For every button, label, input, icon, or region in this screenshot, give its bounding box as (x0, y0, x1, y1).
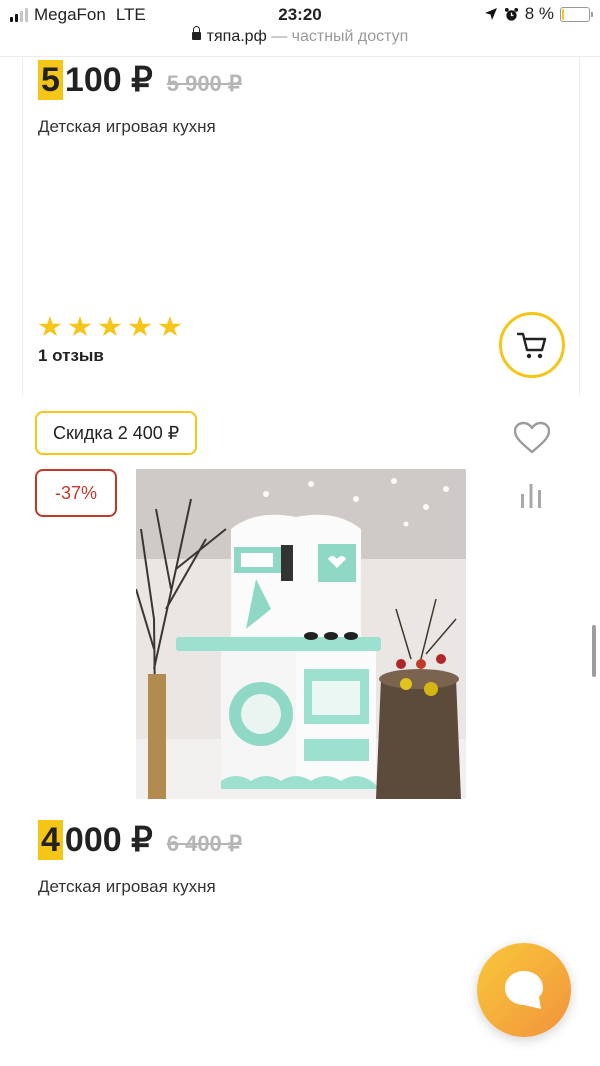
product-card[interactable] (22, 56, 580, 396)
star-icon (38, 316, 62, 337)
old-price: 6 400 ₽ (166, 831, 242, 856)
location-arrow-icon (484, 8, 497, 20)
url-domain: тяпа.рф (206, 28, 267, 45)
price-highlight-digit: 4 (38, 820, 63, 860)
compare-icon[interactable] (519, 482, 543, 510)
star-icon (158, 316, 182, 337)
star-icon (68, 316, 92, 337)
product-title[interactable]: Детская игровая кухня (38, 877, 216, 897)
favorite-heart-icon[interactable] (512, 420, 552, 456)
price-amount: 100 ₽ (64, 61, 153, 99)
product-title[interactable]: Детская игровая кухня (38, 117, 216, 137)
reviews-link[interactable]: 1 отзыв (38, 346, 104, 366)
alarm-icon (504, 7, 518, 21)
status-bar: MegaFon LTE 23:20 8 % (0, 0, 600, 30)
cart-icon (516, 332, 547, 359)
scrollbar[interactable] (592, 625, 596, 677)
url-private-suffix: — частный доступ (271, 28, 409, 45)
price: 5 100 ₽ 5 900 ₽ (38, 60, 242, 100)
chat-bubble-icon (505, 971, 543, 1009)
product-image[interactable] (136, 469, 466, 799)
rating-stars (38, 316, 182, 338)
price: 4 000 ₽ 6 400 ₽ (38, 820, 242, 860)
status-right: 8 % (484, 4, 593, 24)
price-highlight-digit: 5 (38, 60, 63, 100)
price-amount: 000 ₽ (64, 821, 153, 859)
battery-icon (560, 6, 593, 22)
chat-button[interactable] (477, 943, 571, 1037)
discount-percent-badge: -37% (35, 469, 117, 517)
lock-icon (191, 25, 201, 40)
star-icon (98, 316, 122, 337)
star-icon (128, 316, 152, 337)
add-to-cart-button[interactable] (499, 312, 565, 378)
old-price: 5 900 ₽ (166, 71, 242, 96)
url-bar[interactable]: тяпа.рф — частный доступ (0, 25, 600, 54)
battery-percent: 8 % (524, 4, 554, 23)
discount-badge: Скидка 2 400 ₽ (35, 411, 198, 455)
